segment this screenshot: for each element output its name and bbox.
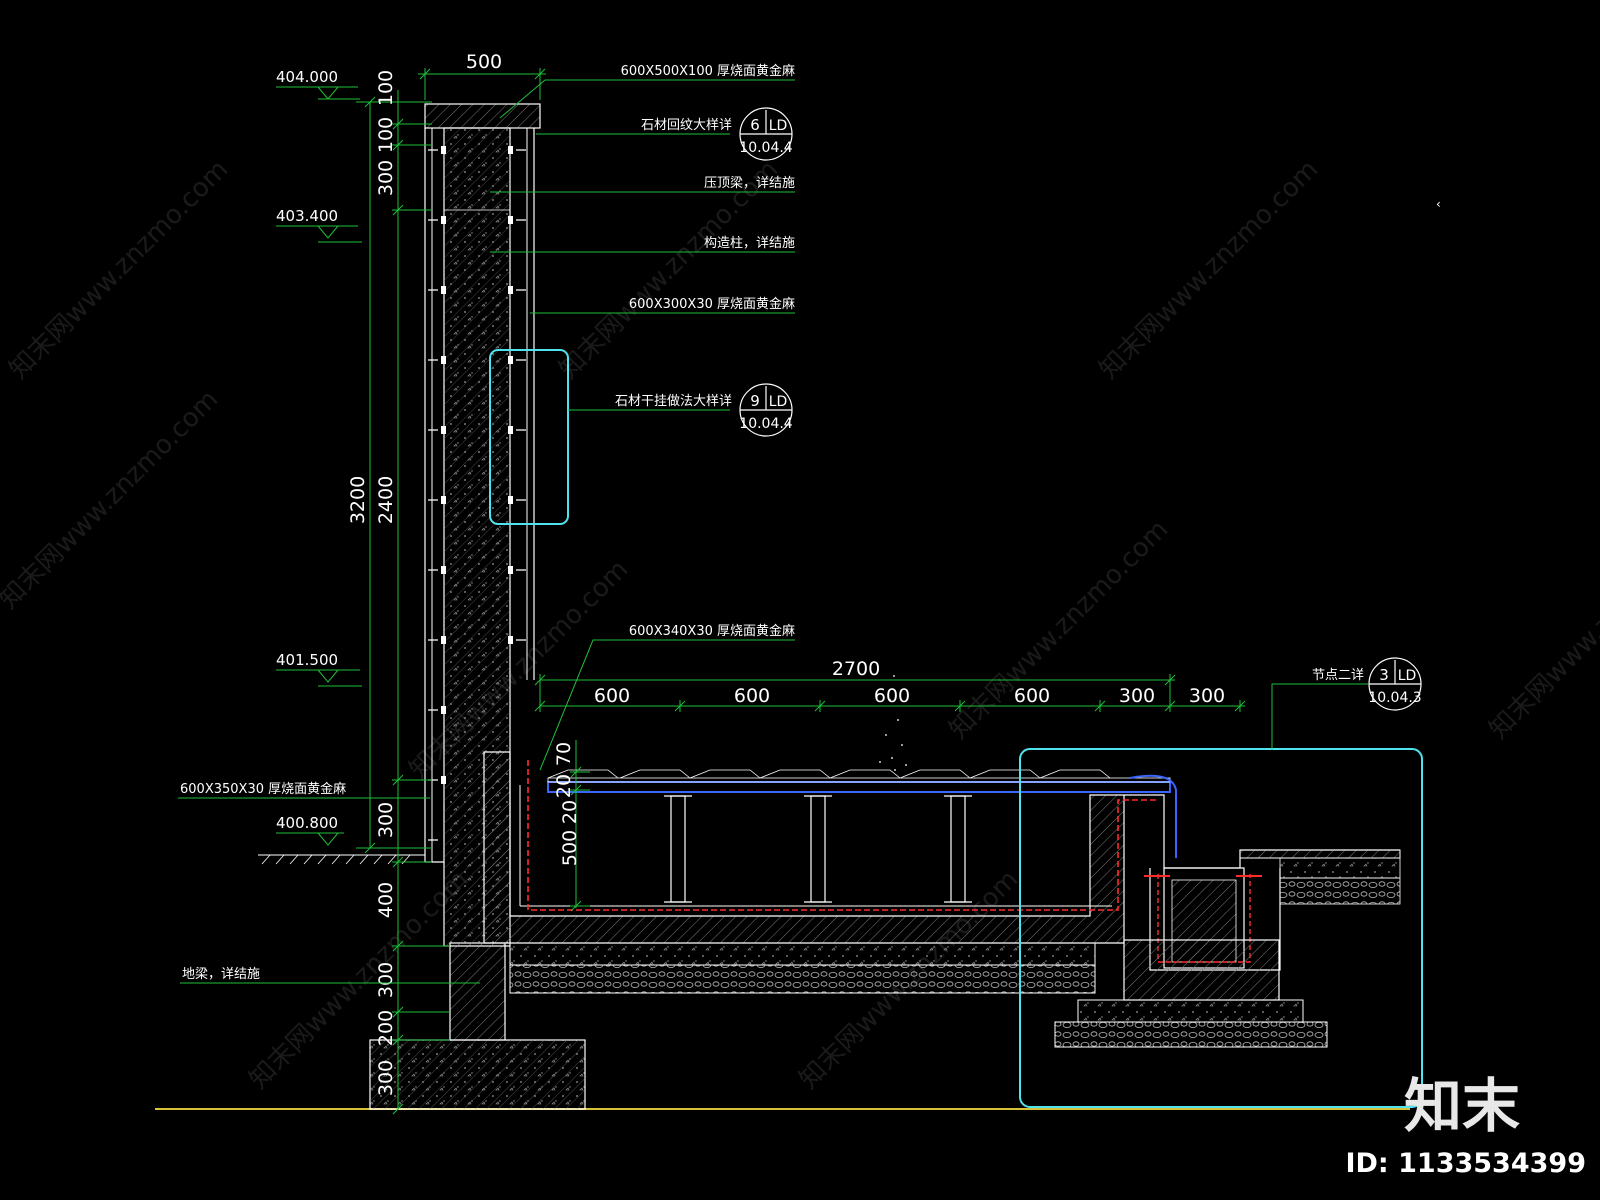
dim-pool-upper-1: 20 [553, 774, 575, 798]
level-markers: 404.000 403.400 401.500 400.800 [276, 68, 362, 846]
level-label: 400.800 [276, 814, 338, 832]
bubble-tag: LD [769, 118, 788, 134]
watermark-text: 知末网www.znzmo.com [1094, 154, 1325, 385]
bubble-sheet: 10.04.4 [739, 140, 793, 156]
cad-section-drawing: 知末网www.znzmo.com 知末网www.znzmo.com 知末网www… [0, 51, 1600, 1179]
dim-segment-5: 300 [1119, 685, 1155, 707]
callout-wall-cladding: 600X300X30 厚烧面黄金麻 [629, 296, 795, 312]
callout-dry-hang-detail: 石材干挂做法大样详 [615, 394, 732, 409]
dim-lower-4: 200 [375, 1010, 397, 1046]
callout-base-cladding: 600X350X30 厚烧面黄金麻 [180, 781, 346, 797]
dim-lower-3: 300 [375, 962, 397, 998]
dim-segment-6: 300 [1189, 685, 1225, 707]
callout-column: 构造柱，详结施 [704, 236, 795, 251]
horizontal-dimension-labels: 2700 600 600 600 600 300 300 [594, 658, 1225, 707]
bubble-tag: LD [769, 394, 788, 410]
level-marker-401: 401.500 [276, 651, 362, 687]
dim-middle: 2400 [375, 476, 397, 524]
watermark-text: 知末网www.znzmo.com [1484, 514, 1600, 745]
callout-node-detail: 节点二详 [1312, 668, 1364, 683]
dim-upper-1: 100 [375, 70, 397, 106]
level-label: 403.400 [276, 207, 338, 225]
dim-upper-3: 300 [375, 160, 397, 196]
level-marker-404: 404.000 [276, 68, 360, 100]
dim-segment-3: 600 [874, 685, 910, 707]
dim-upper-2: 100 [375, 117, 397, 153]
level-marker-400: 400.800 [276, 814, 344, 846]
bubble-number: 3 [1379, 666, 1389, 684]
dim-lower-5: 300 [375, 1060, 397, 1096]
level-marker-403: 403.400 [276, 207, 362, 243]
callout-pool-paving: 600X340X30 厚烧面黄金麻 [629, 623, 795, 639]
detail-bubble-3: 3 LD 10.04.3 [1368, 657, 1422, 711]
dim-lower-1: 300 [375, 802, 397, 838]
watermark-text: 知末网www.znzmo.com [4, 154, 235, 385]
watermark-id: ID: 1133534399 [1345, 1148, 1586, 1179]
bubble-sheet: 10.04.4 [739, 416, 793, 432]
dim-segment-2: 600 [734, 685, 770, 707]
level-label: 404.000 [276, 68, 338, 86]
top-dimension: 500 [418, 51, 546, 100]
bubble-number: 6 [750, 116, 760, 134]
callout-cap-stone: 600X500X100 厚烧面黄金麻 [621, 63, 795, 79]
dim-pool-side-1: 20 [559, 800, 581, 824]
pool-structure [483, 675, 1177, 994]
detail-bubble-2: 9 LD 10.04.4 [739, 383, 793, 437]
watermark-text: 知末网www.znzmo.com [0, 384, 224, 615]
dim-segment-1: 600 [594, 685, 630, 707]
watermark-text: 知末网www.znzmo.com [404, 554, 635, 785]
watermark-logo: 知末 [1404, 1072, 1520, 1140]
dim-pool-upper-2: 70 [553, 742, 575, 766]
dim-pool-side-2: 500 [559, 830, 581, 866]
watermark-text: 知末网www.znzmo.com [944, 514, 1175, 745]
dim-segment-4: 600 [1014, 685, 1050, 707]
detail-bubble-1: 6 LD 10.04.4 [739, 107, 793, 161]
callout-ground-beam: 地梁，详结施 [182, 967, 260, 982]
dim-top-width: 500 [466, 51, 502, 73]
bubble-tag: LD [1398, 668, 1417, 684]
dim-overall-height: 3200 [347, 476, 369, 524]
bubble-sheet: 10.04.3 [1368, 690, 1421, 706]
small-mark: ‹ [1436, 197, 1441, 211]
pool-depth-labels: 20 70 20 500 [553, 742, 581, 866]
bubble-number: 9 [750, 392, 760, 410]
dim-overall-width: 2700 [832, 658, 880, 680]
level-label: 401.500 [276, 651, 338, 669]
dim-lower-2: 400 [375, 882, 397, 918]
callout-pattern-detail: 石材回纹大样详 [641, 118, 732, 133]
callout-top-beam: 压顶梁，详结施 [704, 176, 795, 191]
